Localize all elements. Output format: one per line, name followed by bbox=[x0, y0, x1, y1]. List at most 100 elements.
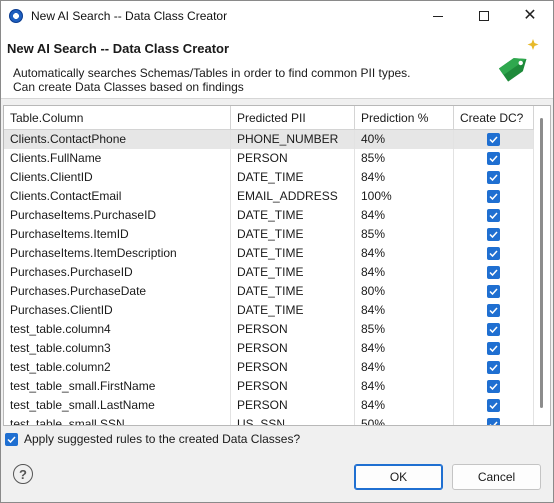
checkmark-icon bbox=[489, 174, 498, 181]
checkmark-icon bbox=[489, 421, 498, 425]
header-description-line1: Automatically searches Schemas/Tables in… bbox=[13, 66, 411, 80]
create-dc-checkbox[interactable] bbox=[487, 247, 500, 260]
cell-table-column: Purchases.ClientID bbox=[4, 301, 231, 320]
table-row[interactable]: Clients.ContactEmail EMAIL_ADDRESS 100% bbox=[4, 187, 534, 206]
cell-prediction-percent: 84% bbox=[355, 301, 454, 320]
create-dc-checkbox[interactable] bbox=[487, 304, 500, 317]
table-row[interactable]: test_table.column2 PERSON 84% bbox=[4, 358, 534, 377]
cell-table-column: test_table.column2 bbox=[4, 358, 231, 377]
column-header-predicted-pii[interactable]: Predicted PII bbox=[231, 106, 355, 130]
create-dc-checkbox[interactable] bbox=[487, 361, 500, 374]
column-header-create-dc[interactable]: Create DC? bbox=[454, 106, 534, 130]
cell-predicted-pii: PERSON bbox=[231, 396, 355, 415]
ok-button[interactable]: OK bbox=[354, 464, 443, 490]
eclipse-app-icon bbox=[9, 9, 23, 23]
cell-prediction-percent: 84% bbox=[355, 263, 454, 282]
create-dc-checkbox[interactable] bbox=[487, 133, 500, 146]
cell-prediction-percent: 100% bbox=[355, 187, 454, 206]
create-dc-checkbox[interactable] bbox=[487, 152, 500, 165]
vertical-scrollbar[interactable] bbox=[534, 106, 550, 425]
table-row[interactable]: Purchases.PurchaseDate DATE_TIME 80% bbox=[4, 282, 534, 301]
cell-create-dc bbox=[454, 358, 534, 377]
cell-prediction-percent: 85% bbox=[355, 225, 454, 244]
cell-predicted-pii: DATE_TIME bbox=[231, 301, 355, 320]
window-title: New AI Search -- Data Class Creator bbox=[31, 9, 228, 23]
minimize-button[interactable] bbox=[415, 1, 461, 31]
header-description: Automatically searches Schemas/Tables in… bbox=[13, 66, 411, 94]
help-icon[interactable]: ? bbox=[13, 464, 33, 484]
create-dc-checkbox[interactable] bbox=[487, 323, 500, 336]
maximize-button[interactable] bbox=[461, 1, 507, 31]
table-row[interactable]: test_table.column3 PERSON 84% bbox=[4, 339, 534, 358]
pii-results-table[interactable]: Table.Column Predicted PII Prediction % … bbox=[3, 105, 551, 426]
create-dc-checkbox[interactable] bbox=[487, 171, 500, 184]
checkmark-icon bbox=[489, 212, 498, 219]
create-dc-checkbox[interactable] bbox=[487, 342, 500, 355]
table-row[interactable]: PurchaseItems.PurchaseID DATE_TIME 84% bbox=[4, 206, 534, 225]
cell-table-column: Clients.FullName bbox=[4, 149, 231, 168]
cell-table-column: test_table_small.LastName bbox=[4, 396, 231, 415]
create-dc-checkbox[interactable] bbox=[487, 418, 500, 425]
table-row[interactable]: test_table_small.SSN US_SSN 50% bbox=[4, 415, 534, 425]
table-body: Clients.ContactPhone PHONE_NUMBER 40% Clien… bbox=[4, 130, 534, 425]
apply-rules-checkbox[interactable] bbox=[5, 432, 18, 446]
checkmark-icon bbox=[489, 250, 498, 257]
close-button[interactable]: ✕ bbox=[507, 1, 553, 31]
cell-predicted-pii: PERSON bbox=[231, 320, 355, 339]
title-bar: New AI Search -- Data Class Creator ✕ bbox=[1, 1, 553, 31]
cell-predicted-pii: PHONE_NUMBER bbox=[231, 130, 355, 149]
table-row[interactable]: Purchases.ClientID DATE_TIME 84% bbox=[4, 301, 534, 320]
table-row[interactable]: Purchases.PurchaseID DATE_TIME 84% bbox=[4, 263, 534, 282]
create-dc-checkbox[interactable] bbox=[487, 209, 500, 222]
table-row[interactable]: test_table_small.LastName PERSON 84% bbox=[4, 396, 534, 415]
table-row[interactable]: PurchaseItems.ItemDescription DATE_TIME 84… bbox=[4, 244, 534, 263]
column-header-prediction-percent[interactable]: Prediction % bbox=[355, 106, 454, 130]
table-row[interactable]: Clients.FullName PERSON 85% bbox=[4, 149, 534, 168]
create-dc-checkbox[interactable] bbox=[487, 190, 500, 203]
create-dc-checkbox[interactable] bbox=[487, 266, 500, 279]
checkmark-icon bbox=[489, 307, 498, 314]
apply-rules-option[interactable]: Apply suggested rules to the created Dat… bbox=[5, 431, 300, 447]
table-row[interactable]: Clients.ContactPhone PHONE_NUMBER 40% bbox=[4, 130, 534, 149]
table-row[interactable]: test_table.column4 PERSON 85% bbox=[4, 320, 534, 339]
cell-create-dc bbox=[454, 206, 534, 225]
cell-predicted-pii: PERSON bbox=[231, 377, 355, 396]
table-row[interactable]: PurchaseItems.ItemID DATE_TIME 85% bbox=[4, 225, 534, 244]
cell-table-column: Clients.ClientID bbox=[4, 168, 231, 187]
cell-create-dc bbox=[454, 130, 534, 149]
scrollbar-thumb[interactable] bbox=[540, 118, 543, 408]
cell-create-dc bbox=[454, 263, 534, 282]
cell-prediction-percent: 50% bbox=[355, 415, 454, 425]
cell-prediction-percent: 84% bbox=[355, 339, 454, 358]
create-dc-checkbox[interactable] bbox=[487, 380, 500, 393]
cell-predicted-pii: US_SSN bbox=[231, 415, 355, 425]
checkmark-icon bbox=[489, 326, 498, 333]
checkmark-icon bbox=[489, 136, 498, 143]
table-row[interactable]: test_table_small.FirstName PERSON 84% bbox=[4, 377, 534, 396]
cell-prediction-percent: 84% bbox=[355, 206, 454, 225]
dialog-header: New AI Search -- Data Class Creator Auto… bbox=[1, 31, 553, 99]
checkmark-icon bbox=[7, 435, 16, 443]
header-description-line2: Can create Data Classes based on finding… bbox=[13, 80, 244, 94]
create-dc-checkbox[interactable] bbox=[487, 285, 500, 298]
cell-table-column: test_table_small.FirstName bbox=[4, 377, 231, 396]
cell-predicted-pii: PERSON bbox=[231, 149, 355, 168]
cancel-button[interactable]: Cancel bbox=[452, 464, 541, 490]
cell-prediction-percent: 85% bbox=[355, 320, 454, 339]
cell-table-column: Purchases.PurchaseDate bbox=[4, 282, 231, 301]
cell-prediction-percent: 84% bbox=[355, 377, 454, 396]
cell-predicted-pii: DATE_TIME bbox=[231, 206, 355, 225]
cell-create-dc bbox=[454, 320, 534, 339]
dialog-window: New AI Search -- Data Class Creator ✕ Ne… bbox=[0, 0, 554, 503]
cell-create-dc bbox=[454, 396, 534, 415]
cell-create-dc bbox=[454, 225, 534, 244]
minimize-icon bbox=[433, 15, 443, 17]
cell-prediction-percent: 40% bbox=[355, 130, 454, 149]
checkmark-icon bbox=[489, 383, 498, 390]
cell-predicted-pii: PERSON bbox=[231, 358, 355, 377]
table-row[interactable]: Clients.ClientID DATE_TIME 84% bbox=[4, 168, 534, 187]
column-header-table-column[interactable]: Table.Column bbox=[4, 106, 231, 130]
cell-predicted-pii: EMAIL_ADDRESS bbox=[231, 187, 355, 206]
create-dc-checkbox[interactable] bbox=[487, 228, 500, 241]
create-dc-checkbox[interactable] bbox=[487, 399, 500, 412]
